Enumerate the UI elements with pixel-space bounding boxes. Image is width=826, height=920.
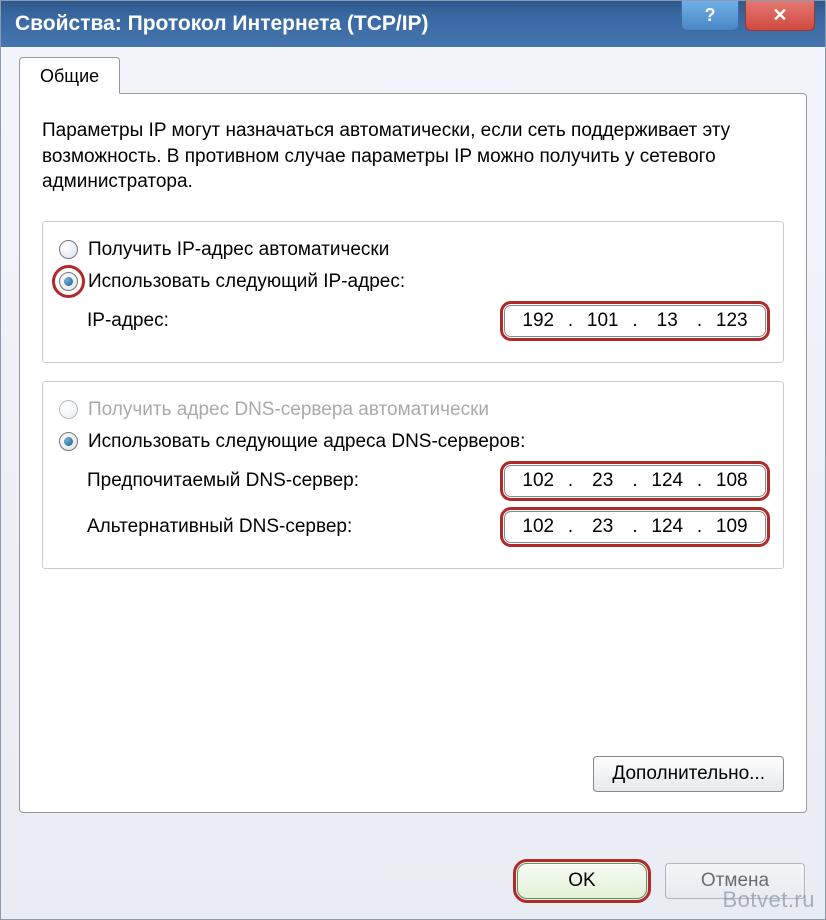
dot-icon: . bbox=[631, 516, 639, 538]
highlight-circle-icon bbox=[59, 272, 78, 291]
ip-address-row: IP-адрес: 192. 101. 13. 123 bbox=[59, 298, 767, 344]
tab-panel-general: Параметры IP могут назначаться автоматич… bbox=[19, 93, 807, 813]
close-icon: ✕ bbox=[772, 5, 787, 26]
advanced-button[interactable]: Дополнительно... bbox=[593, 756, 784, 792]
radio-dns-auto-label: Получить адрес DNS-сервера автоматически bbox=[88, 399, 489, 421]
tab-general[interactable]: Общие bbox=[19, 57, 120, 94]
ip-address-label: IP-адрес: bbox=[87, 310, 169, 332]
cancel-button[interactable]: Отмена bbox=[665, 863, 805, 899]
radio-ip-manual-label: Использовать следующий IP-адрес: bbox=[88, 271, 405, 293]
window-buttons: ? ✕ bbox=[681, 1, 825, 47]
help-icon: ? bbox=[705, 5, 716, 26]
dot-icon: . bbox=[631, 470, 639, 492]
ip-octet[interactable]: 192 bbox=[516, 310, 560, 332]
dot-icon: . bbox=[696, 310, 704, 332]
radio-dns-manual[interactable]: Использовать следующие адреса DNS-сервер… bbox=[59, 426, 767, 458]
radio-icon bbox=[59, 432, 78, 451]
ip-octet[interactable]: 124 bbox=[645, 516, 689, 538]
ip-octet[interactable]: 102 bbox=[516, 470, 560, 492]
alternate-dns-input[interactable]: 102. 23. 124. 109 bbox=[503, 510, 767, 544]
properties-dialog: Свойства: Протокол Интернета (TCP/IP) ? … bbox=[0, 0, 826, 920]
dot-icon: . bbox=[696, 470, 704, 492]
dot-icon: . bbox=[631, 310, 639, 332]
preferred-dns-label: Предпочитаемый DNS-сервер: bbox=[87, 470, 359, 492]
ip-octet[interactable]: 123 bbox=[710, 310, 754, 332]
preferred-dns-row: Предпочитаемый DNS-сервер: 102. 23. 124.… bbox=[59, 458, 767, 504]
ip-octet[interactable]: 101 bbox=[581, 310, 625, 332]
window-title: Свойства: Протокол Интернета (TCP/IP) bbox=[15, 12, 429, 36]
ip-octet[interactable]: 108 bbox=[710, 470, 754, 492]
dot-icon: . bbox=[696, 516, 704, 538]
close-button[interactable]: ✕ bbox=[745, 1, 815, 31]
ip-octet[interactable]: 102 bbox=[516, 516, 560, 538]
dot-icon: . bbox=[567, 310, 575, 332]
alternate-dns-row: Альтернативный DNS-сервер: 102. 23. 124.… bbox=[59, 504, 767, 550]
ip-octet[interactable]: 23 bbox=[581, 516, 625, 538]
description-text: Параметры IP могут назначаться автоматич… bbox=[42, 118, 784, 195]
radio-icon bbox=[59, 240, 78, 259]
ip-octet[interactable]: 23 bbox=[581, 470, 625, 492]
ip-settings-group: Получить IP-адрес автоматически Использо… bbox=[42, 221, 784, 363]
ok-button[interactable]: OK bbox=[517, 863, 647, 899]
advanced-row: Дополнительно... bbox=[593, 756, 784, 792]
dot-icon: . bbox=[567, 516, 575, 538]
ip-octet[interactable]: 109 bbox=[710, 516, 754, 538]
radio-icon bbox=[59, 272, 78, 291]
titlebar: Свойства: Протокол Интернета (TCP/IP) ? … bbox=[1, 1, 825, 47]
radio-icon bbox=[59, 400, 78, 419]
ip-octet[interactable]: 124 bbox=[645, 470, 689, 492]
help-button[interactable]: ? bbox=[681, 1, 739, 31]
radio-ip-auto[interactable]: Получить IP-адрес автоматически bbox=[59, 234, 767, 266]
tabstrip: Общие bbox=[19, 57, 807, 94]
ip-address-input[interactable]: 192. 101. 13. 123 bbox=[503, 304, 767, 338]
dialog-footer: OK Отмена bbox=[517, 863, 805, 899]
client-area: Общие Параметры IP могут назначаться авт… bbox=[1, 47, 825, 829]
radio-ip-manual[interactable]: Использовать следующий IP-адрес: bbox=[59, 266, 767, 298]
radio-dns-manual-label: Использовать следующие адреса DNS-сервер… bbox=[88, 431, 525, 453]
preferred-dns-input[interactable]: 102. 23. 124. 108 bbox=[503, 464, 767, 498]
radio-dns-auto: Получить адрес DNS-сервера автоматически bbox=[59, 394, 767, 426]
ip-octet[interactable]: 13 bbox=[645, 310, 689, 332]
radio-ip-auto-label: Получить IP-адрес автоматически bbox=[88, 239, 389, 261]
dns-settings-group: Получить адрес DNS-сервера автоматически… bbox=[42, 381, 784, 569]
alternate-dns-label: Альтернативный DNS-сервер: bbox=[87, 516, 352, 538]
dot-icon: . bbox=[567, 470, 575, 492]
